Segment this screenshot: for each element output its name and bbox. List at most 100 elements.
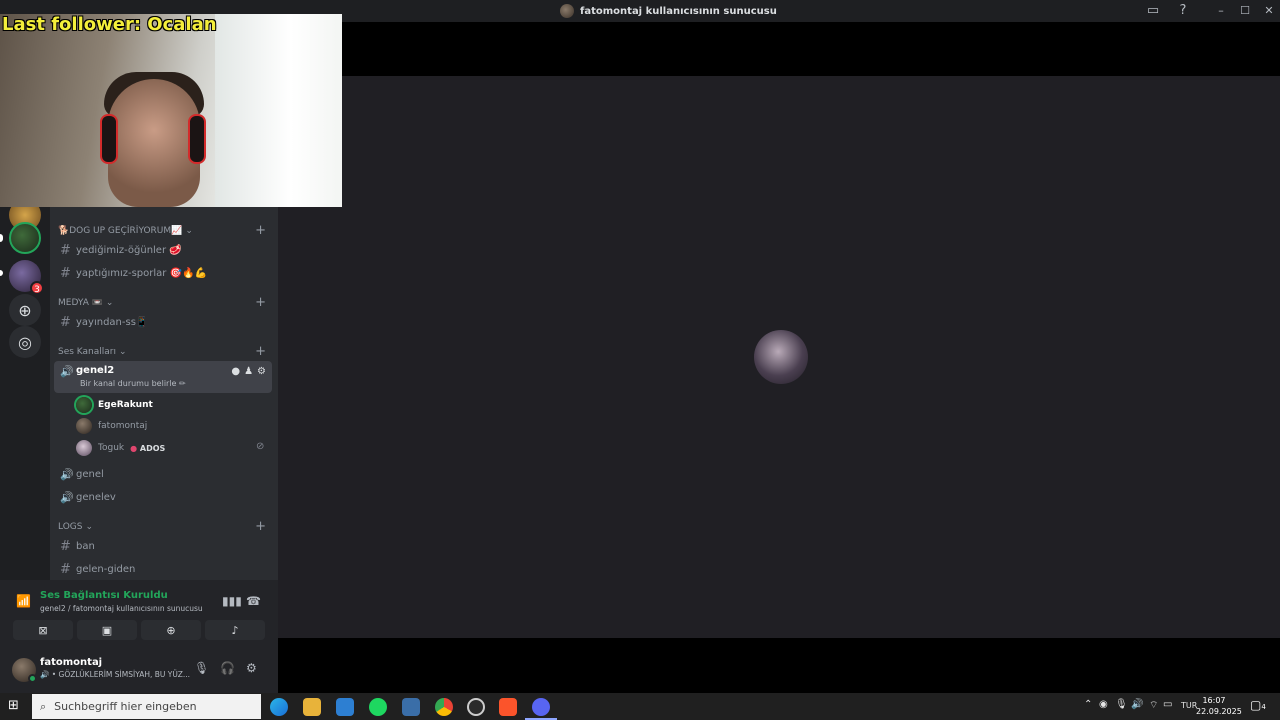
edge-icon[interactable] (270, 698, 288, 716)
webcam-overlay: Last follower: Ocalan (0, 14, 342, 207)
language-indicator[interactable]: TUR (1181, 701, 1197, 710)
activities-button[interactable]: ⊕ (141, 620, 201, 640)
clock[interactable]: 16:07 22.09.2025 (1196, 695, 1242, 717)
signal-icon[interactable]: 📶 (16, 594, 31, 608)
disconnect-icon[interactable]: ☎ (246, 594, 261, 608)
soundboard-button[interactable]: ♪ (205, 620, 265, 640)
notification-count: 4 (1261, 703, 1266, 711)
channel-gelen-giden[interactable]: # gelen-giden (54, 559, 272, 579)
gear-icon[interactable]: ⚙ (257, 366, 266, 377)
search-icon: ⌕ (40, 699, 47, 713)
help-icon[interactable]: ? (1175, 3, 1191, 19)
window-title-text: fatomontaj kullanıcısının sunucusu (580, 5, 777, 17)
spotify-icon[interactable] (369, 698, 387, 716)
create-channel-button[interactable]: + (255, 344, 266, 359)
screen-share-button[interactable]: ▣ (77, 620, 137, 640)
voice-connection-panel: 📶 Ses Bağlantısı Kuruldu genel2 / fatomo… (0, 580, 278, 648)
speaker-icon: 🔊 (60, 365, 74, 378)
microphone-icon[interactable]: 🎙 (194, 661, 209, 675)
chevron-down-icon: ⌄ (185, 226, 193, 236)
discord-icon[interactable] (532, 698, 550, 716)
create-channel-button[interactable]: + (255, 295, 266, 310)
chevron-down-icon: ⌄ (105, 298, 114, 308)
inbox-icon[interactable]: ▭ (1145, 3, 1161, 19)
channel-yaptigimiz[interactable]: # yaptığımız-sporlar 🎯🔥💪 (54, 263, 272, 283)
username[interactable]: fatomontaj (40, 657, 102, 668)
server-selected-pill (0, 234, 3, 242)
voice-user[interactable]: fatomontaj (76, 416, 147, 436)
hash-icon: # (60, 538, 71, 554)
volume-icon[interactable]: 🔊 (1131, 699, 1143, 710)
channel-yedigimiz[interactable]: # yediğimiz-öğünler 🥩 (54, 240, 272, 260)
voice-status[interactable]: Ses Bağlantısı Kuruldu (40, 590, 168, 601)
category-ses-kanallari[interactable]: Ses Kanalları ⌄ (58, 347, 127, 357)
brave-icon[interactable] (499, 698, 517, 716)
speaker-icon: 🔊 (60, 490, 74, 504)
avatar (76, 418, 92, 434)
voice-channel-genel2[interactable]: 🔊 genel2 Bir kanal durumu belirle ✏ ● ♟ … (54, 361, 272, 393)
maximize-button[interactable]: ☐ (1233, 0, 1257, 22)
hash-icon: # (60, 561, 71, 577)
headphones-icon[interactable]: 🎧 (220, 661, 235, 675)
voice-channel-genel[interactable]: 🔊 genel (54, 464, 272, 484)
server-avatar-icon (560, 4, 574, 18)
invite-icon[interactable]: ♟ (244, 366, 253, 377)
gear-icon[interactable]: ⚙ (246, 661, 257, 675)
guild-tag: ● ADOS (130, 443, 166, 453)
chevron-down-icon: ⌄ (119, 347, 127, 357)
mention-badge: 3 (30, 281, 44, 295)
camera-off-icon: ⊠ (38, 623, 48, 637)
webcam-window-light (215, 14, 342, 207)
channel-yayindan-ss[interactable]: # yayından-ss📱 (54, 312, 272, 332)
user-panel: fatomontaj 🔊 • GÖZLÜKLERİM SİMSİYAH, BU … (0, 648, 278, 693)
hash-icon: # (60, 242, 71, 258)
category-logs[interactable]: LOGS ⌄ (58, 522, 93, 532)
hash-icon: # (60, 265, 71, 281)
chevron-up-icon[interactable]: ⌃ (1084, 699, 1092, 710)
channel-ban[interactable]: # ban (54, 536, 272, 556)
channel-status[interactable]: Bir kanal durumu belirle ✏ (80, 379, 186, 388)
gamepad-icon: ⊕ (166, 623, 176, 637)
compass-icon: ◎ (18, 332, 32, 352)
voice-location[interactable]: genel2 / fatomontaj kullanıcısının sunuc… (40, 604, 203, 613)
camera-button[interactable]: ⊠ (13, 620, 73, 640)
window-title: fatomontaj kullanıcısının sunucusu (560, 3, 777, 19)
create-channel-button[interactable]: + (255, 223, 266, 238)
participant-avatar[interactable] (754, 330, 808, 384)
screen-share-icon: ▣ (101, 623, 113, 637)
battery-icon[interactable]: ▭ (1163, 699, 1172, 710)
avatar (76, 440, 92, 456)
tray-app-icon[interactable]: ◉ (1099, 699, 1108, 710)
chat-icon[interactable]: ● (231, 366, 240, 377)
deafened-icon: ⊘ (256, 441, 265, 452)
headset-icon (100, 114, 118, 164)
create-channel-button[interactable]: + (255, 519, 266, 534)
server-icon[interactable] (9, 222, 41, 254)
voice-channel-genelev[interactable]: 🔊 genelev (54, 487, 272, 507)
category-dogup[interactable]: 🐕DOG UP GEÇİRİYORUM📈 ⌄ (58, 226, 193, 236)
minimize-button[interactable]: – (1209, 0, 1233, 22)
server-icon[interactable]: 3 (9, 260, 44, 295)
noise-suppression-icon[interactable]: ▮▮▮ (222, 594, 242, 608)
category-medya[interactable]: MEDYA 📼 ⌄ (58, 298, 113, 308)
soundboard-icon: ♪ (231, 623, 239, 637)
obs-icon[interactable] (467, 698, 485, 716)
store-icon[interactable] (336, 698, 354, 716)
voice-user[interactable]: Toguk ● ADOS (76, 438, 165, 458)
network-icon[interactable]: ⌔ (1149, 699, 1158, 712)
notification-icon[interactable]: ▢4 (1250, 698, 1268, 716)
close-button[interactable]: ✕ (1257, 0, 1280, 22)
calculator-icon[interactable] (402, 698, 420, 716)
windows-taskbar: ⊞ ⌕ Suchbegriff hier eingeben ⌃ ◉ 🎙 🔊 ⌔ … (0, 693, 1280, 720)
windows-start-icon[interactable]: ⊞ (8, 698, 24, 714)
hash-icon: # (60, 314, 71, 330)
microphone-icon[interactable]: 🎙 (1115, 699, 1128, 710)
stage-header (278, 22, 1280, 76)
headset-icon (188, 114, 206, 164)
taskbar-search[interactable]: ⌕ Suchbegriff hier eingeben (32, 694, 261, 719)
add-server-button[interactable]: ⊕ (9, 294, 41, 326)
file-explorer-icon[interactable] (303, 698, 321, 716)
explore-servers-button[interactable]: ◎ (9, 326, 41, 358)
voice-user[interactable]: EgeRakunt (76, 395, 153, 415)
chrome-icon[interactable] (435, 698, 453, 716)
